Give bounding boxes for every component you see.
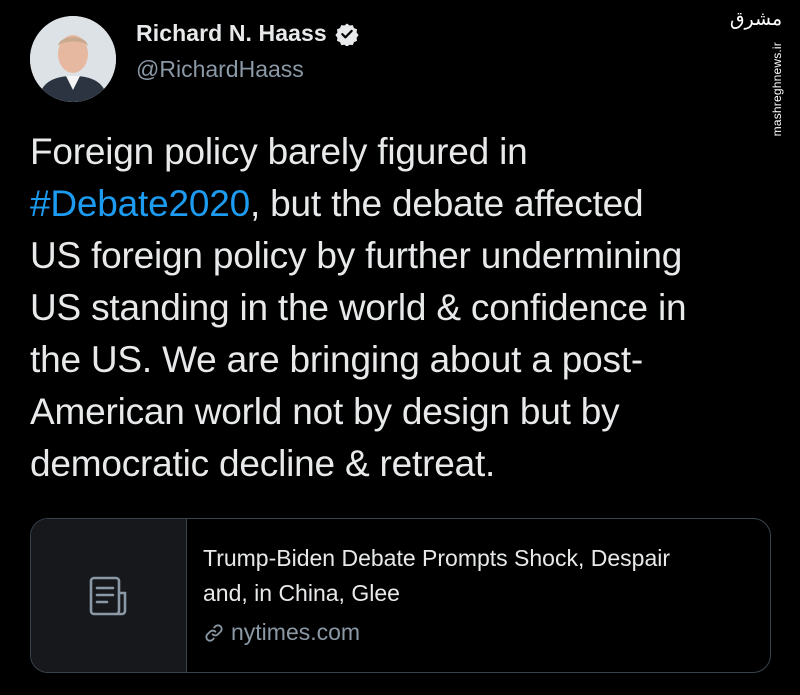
author-name[interactable]: Richard N. Haass <box>136 20 327 47</box>
verified-badge-icon <box>335 22 359 47</box>
tweet-line-3: US foreign policy by further undermining <box>30 235 683 276</box>
link-icon <box>205 623 223 642</box>
link-card[interactable]: Trump-Biden Debate Prompts Shock, Despai… <box>30 518 771 673</box>
watermark-logo: مشرق <box>729 8 783 30</box>
avatar[interactable] <box>30 16 116 102</box>
card-title[interactable]: Trump-Biden Debate Prompts Shock, Despai… <box>203 541 763 611</box>
card-domain: nytimes.com <box>203 619 763 646</box>
tweet-line-1: Foreign policy barely figured in <box>30 131 528 172</box>
watermark-url: mashreghnews.ir <box>770 42 784 137</box>
tweet-line-2: #Debate2020, but the debate affected <box>30 178 770 230</box>
hashtag-link[interactable]: #Debate2020 <box>30 183 250 224</box>
tweet-line-5: the US. We are bringing about a post- <box>30 339 644 380</box>
author-name-row[interactable]: Richard N. Haass <box>136 20 359 47</box>
card-thumbnail <box>31 519 187 672</box>
author-handle[interactable]: @RichardHaass <box>136 56 304 83</box>
card-body[interactable]: Trump-Biden Debate Prompts Shock, Despai… <box>203 541 763 646</box>
profile-photo-icon <box>30 16 116 102</box>
document-icon <box>89 576 126 615</box>
card-title-line-1: Trump-Biden Debate Prompts Shock, Despai… <box>203 545 671 571</box>
card-domain-text: nytimes.com <box>231 619 361 645</box>
tweet-text: Foreign policy barely figured in #Debate… <box>30 126 770 490</box>
tweet-line-4: US standing in the world & confidence in <box>30 287 687 328</box>
tweet-line-2-rest: , but the debate affected <box>250 183 644 224</box>
tweet-line-6: American world not by design but by <box>30 391 620 432</box>
card-title-line-2: and, in China, Glee <box>203 580 400 606</box>
watermark: مشرق mashreghnews.ir <box>726 8 786 136</box>
tweet-line-7: democratic decline & retreat. <box>30 443 496 484</box>
